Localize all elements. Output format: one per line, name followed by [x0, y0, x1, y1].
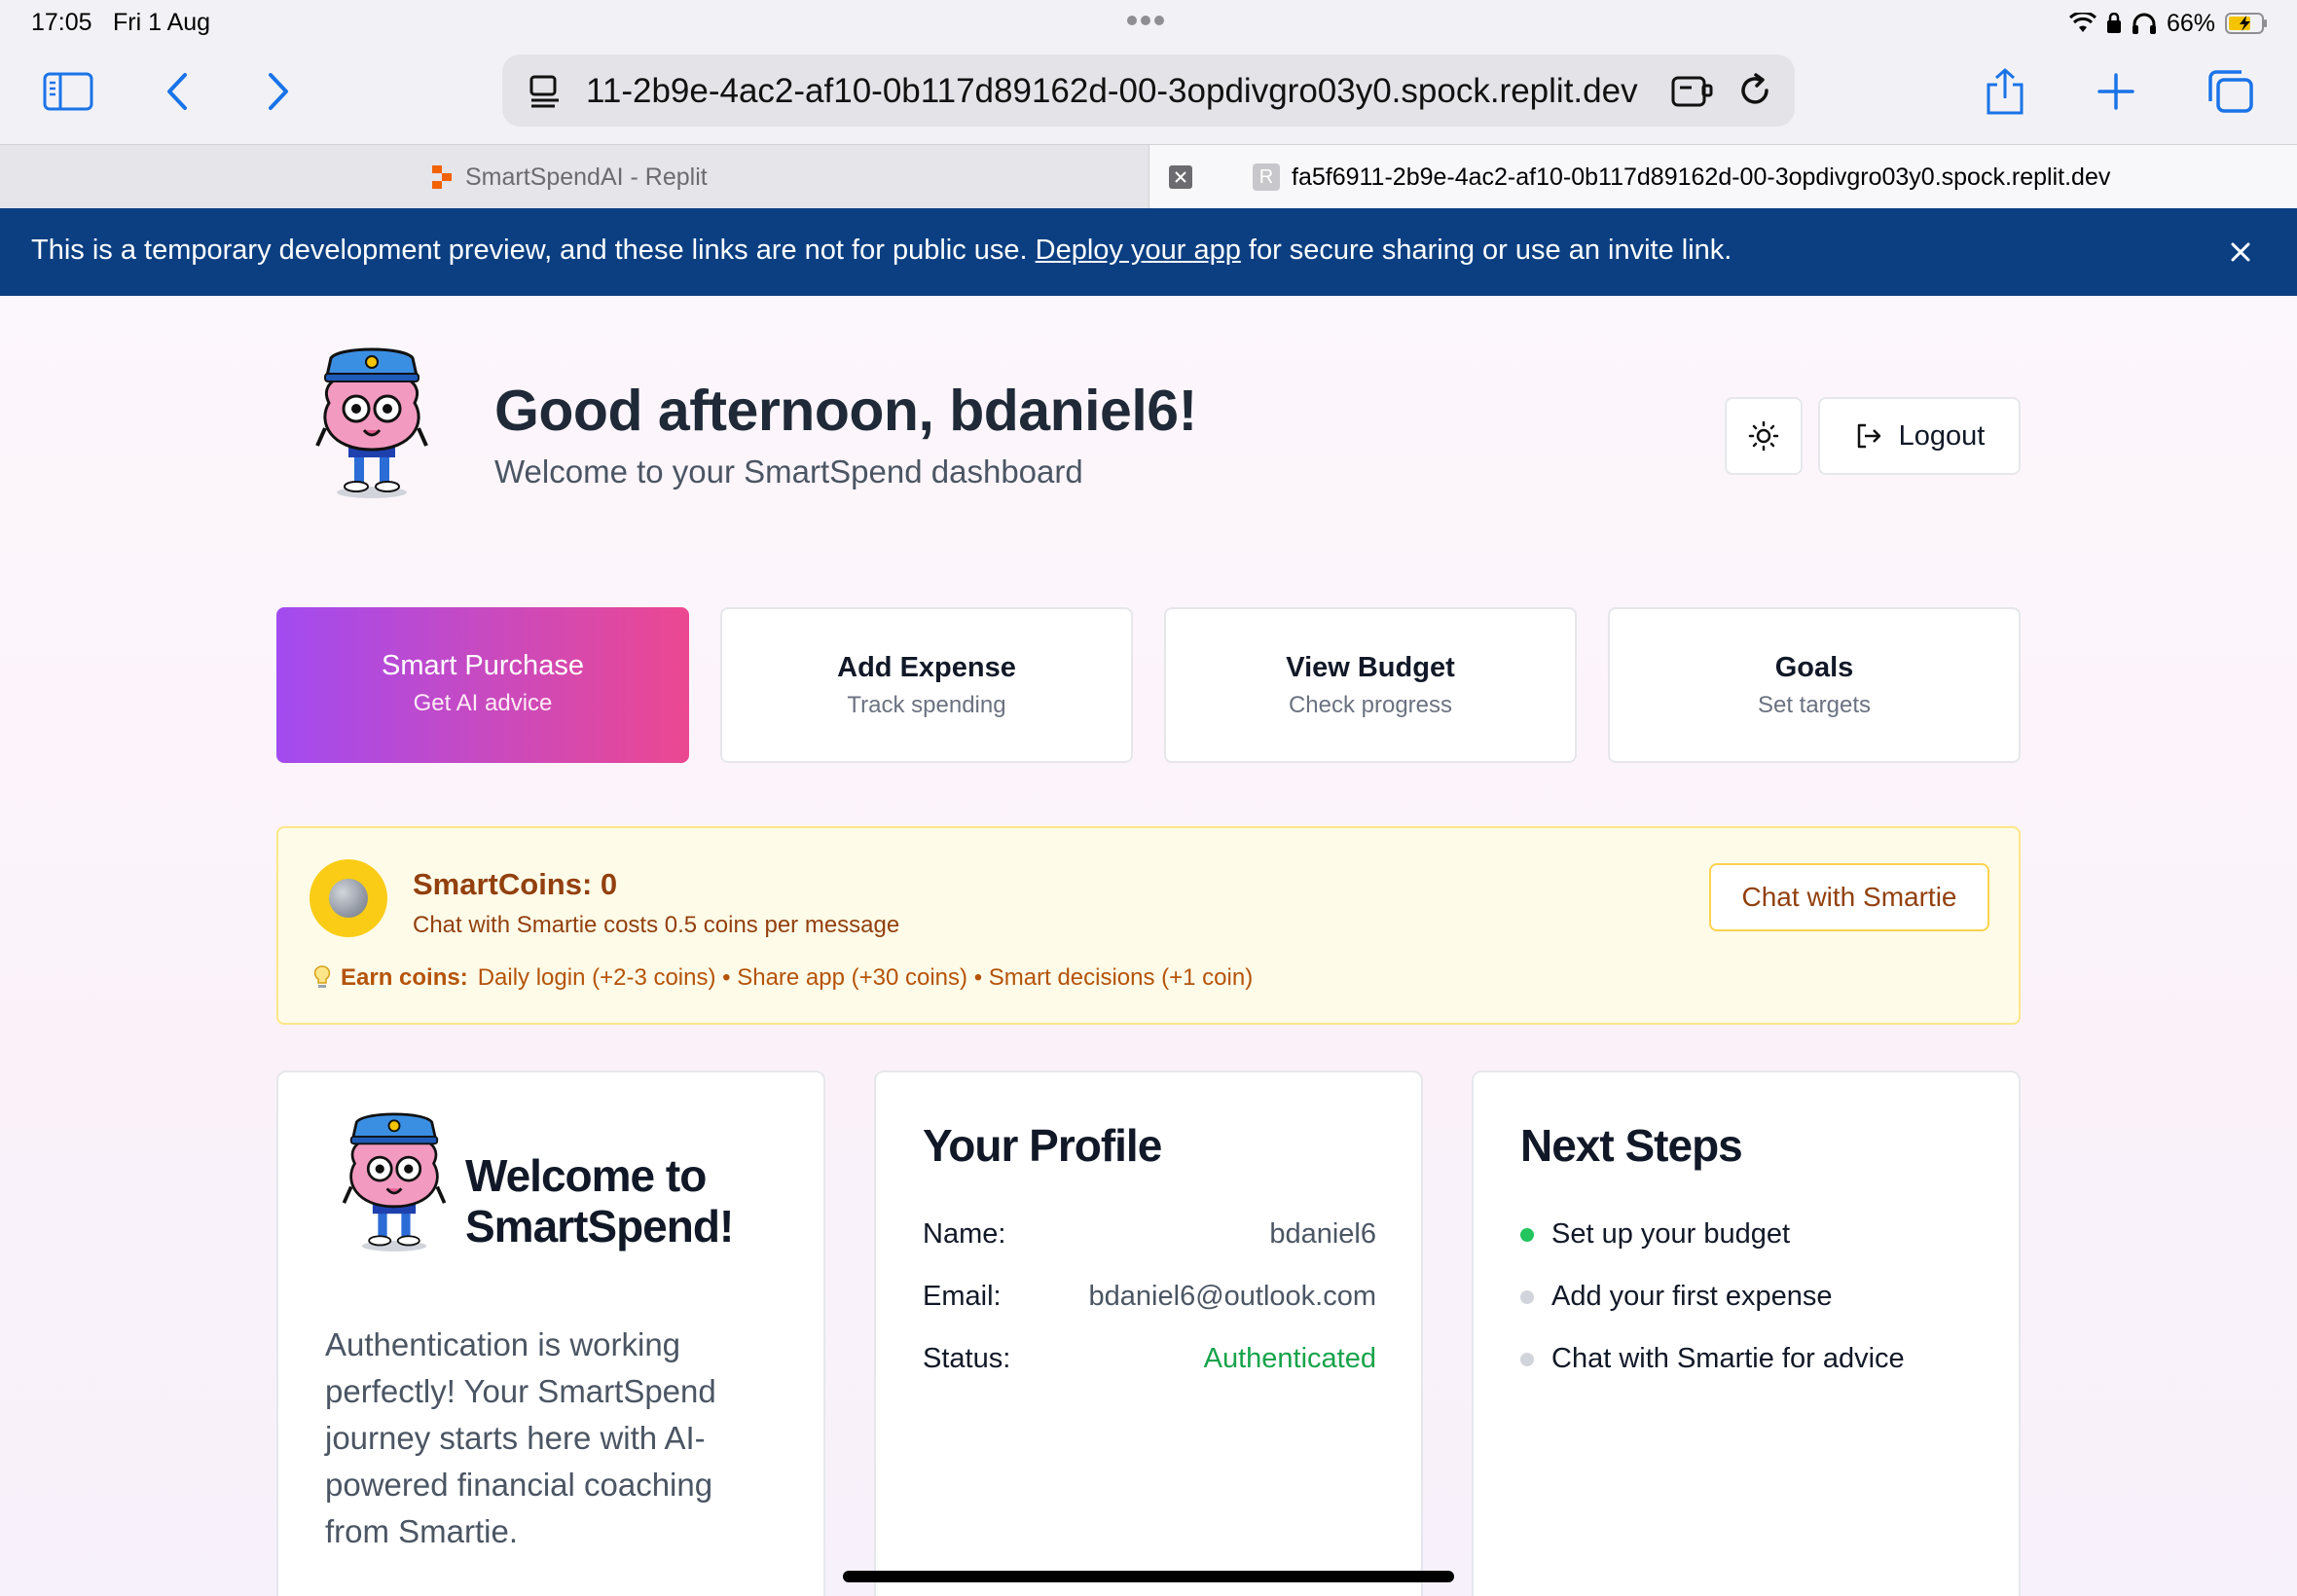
- address-bar[interactable]: 11-2b9e-4ac2-af10-0b117d89162d-00-3opdiv…: [502, 54, 1795, 127]
- back-chevron-icon[interactable]: [148, 62, 206, 121]
- action-subtitle: Check progress: [1288, 692, 1453, 718]
- tab-smartspend-replit[interactable]: SmartSpendAI - Replit: [0, 145, 1148, 209]
- battery-percent: 66%: [2166, 9, 2215, 37]
- greeting-subtitle: Welcome to your SmartSpend dashboard: [494, 453, 1083, 490]
- replit-favicon-icon: [432, 165, 452, 189]
- profile-row-name: Name: bdaniel6: [923, 1218, 1376, 1251]
- smartcoins-balance: SmartCoins: 0: [413, 867, 618, 901]
- extension-icon[interactable]: [1670, 72, 1713, 109]
- earn-coins-label: Earn coins:: [341, 964, 468, 991]
- tab-label: fa5f6911-2b9e-4ac2-af10-0b117d89162d-00-…: [1292, 163, 2111, 191]
- tab-overview-icon[interactable]: [2202, 62, 2260, 121]
- headphones-icon: [2132, 13, 2156, 34]
- earn-coins-info: Earn coins: Daily login (+2-3 coins) • S…: [313, 964, 1253, 992]
- lock-rotation-icon: [2106, 13, 2121, 33]
- smartie-mascot-icon: [315, 347, 428, 498]
- tab-bar: SmartSpendAI - Replit R fa5f6911-2b9e-4a…: [0, 144, 2297, 209]
- profile-row-status: Status: Authenticated: [923, 1343, 1376, 1375]
- tab-label: SmartSpendAI - Replit: [465, 163, 708, 191]
- sidebar-toggle-icon[interactable]: [39, 62, 97, 121]
- action-title: Goals: [1774, 652, 1854, 683]
- forward-chevron-icon[interactable]: [249, 62, 308, 121]
- battery-charging-icon: [2225, 13, 2267, 34]
- profile-key: Name:: [923, 1218, 1006, 1250]
- share-icon[interactable]: [1976, 62, 2034, 121]
- step-done-dot: [1520, 1227, 1534, 1242]
- banner-text-end: for secure sharing or use an invite link…: [1240, 235, 1732, 266]
- tab-close-icon[interactable]: [1169, 165, 1192, 189]
- profile-row-email: Email: bdaniel6@outlook.com: [923, 1281, 1376, 1313]
- deploy-app-link[interactable]: Deploy your app: [1036, 235, 1241, 266]
- profile-value: bdaniel6: [1269, 1218, 1376, 1250]
- welcome-title-line2: SmartSpend!: [465, 1201, 734, 1251]
- tab-favicon: R: [1253, 163, 1280, 191]
- logout-label: Logout: [1898, 419, 1986, 452]
- lightbulb-icon: [313, 965, 331, 988]
- welcome-title: Welcome to SmartSpend!: [465, 1150, 734, 1251]
- action-title: View Budget: [1286, 652, 1455, 683]
- status-date: Fri 1 Aug: [113, 9, 211, 36]
- banner-message: This is a temporary development preview,…: [31, 235, 1732, 267]
- wifi-icon: [2068, 13, 2096, 32]
- reload-icon[interactable]: [1736, 72, 1773, 109]
- step-pending-dot: [1520, 1289, 1534, 1304]
- earn-coins-text: Daily login (+2-3 coins) • Share app (+3…: [477, 964, 1254, 991]
- close-icon[interactable]: [2223, 235, 2258, 270]
- greeting-title: Good afternoon, bdaniel6!: [494, 379, 1197, 443]
- list-item: Set up your budget: [1520, 1218, 1790, 1251]
- tab-preview-url[interactable]: R fa5f6911-2b9e-4ac2-af10-0b117d89162d-0…: [1148, 145, 2297, 209]
- next-steps-title: Next Steps: [1520, 1120, 1743, 1171]
- status-time: 17:05: [31, 9, 92, 36]
- smart-purchase-button[interactable]: Smart Purchase Get AI advice: [276, 607, 689, 763]
- step-label: Add your first expense: [1551, 1281, 1833, 1312]
- profile-key: Email:: [923, 1281, 1002, 1312]
- profile-card: Your Profile Name: bdaniel6 Email: bdani…: [874, 1070, 1423, 1596]
- status-badge: Authenticated: [1203, 1343, 1376, 1374]
- next-steps-card: Next Steps Set up your budget Add your f…: [1472, 1070, 2021, 1596]
- theme-toggle-button[interactable]: [1725, 397, 1803, 475]
- action-subtitle: Track spending: [847, 692, 1006, 718]
- action-subtitle: Set targets: [1757, 692, 1872, 718]
- smartcoins-cost-note: Chat with Smartie costs 0.5 coins per me…: [413, 912, 900, 938]
- step-pending-dot: [1520, 1352, 1534, 1366]
- profile-key: Status:: [923, 1343, 1011, 1374]
- profile-title: Your Profile: [923, 1120, 1162, 1171]
- step-label: Set up your budget: [1551, 1218, 1791, 1250]
- smartcoins-panel: SmartCoins: 0 Chat with Smartie costs 0.…: [276, 826, 2021, 1025]
- action-title: Smart Purchase: [382, 650, 584, 681]
- action-title: Add Expense: [837, 652, 1016, 683]
- sun-icon: [1748, 420, 1779, 452]
- view-budget-button[interactable]: View Budget Check progress: [1164, 607, 1577, 763]
- welcome-title-line1: Welcome to: [465, 1150, 707, 1201]
- new-tab-plus-icon[interactable]: [2087, 62, 2145, 121]
- multitasking-dots-icon[interactable]: [1127, 13, 1170, 32]
- welcome-body: Authentication is working perfectly! You…: [325, 1326, 716, 1549]
- smartie-mascot-icon: [342, 1112, 447, 1251]
- home-indicator[interactable]: [843, 1571, 1454, 1582]
- list-item: Add your first expense: [1520, 1281, 1833, 1313]
- welcome-card: Welcome to SmartSpend! Authentication is…: [276, 1070, 825, 1596]
- status-bar: 17:05 Fri 1 Aug 66%: [0, 0, 2297, 47]
- step-label: Chat with Smartie for advice: [1551, 1343, 1905, 1374]
- add-expense-button[interactable]: Add Expense Track spending: [720, 607, 1133, 763]
- list-item: Chat with Smartie for advice: [1520, 1343, 1905, 1375]
- logout-button[interactable]: Logout: [1818, 397, 2021, 475]
- page-menu-icon[interactable]: [528, 74, 563, 109]
- url-text[interactable]: 11-2b9e-4ac2-af10-0b117d89162d-00-3opdiv…: [586, 72, 1657, 111]
- action-subtitle: Get AI advice: [413, 690, 553, 716]
- dashboard-page: Good afternoon, bdaniel6! Welcome to you…: [0, 296, 2297, 1596]
- browser-toolbar: 11-2b9e-4ac2-af10-0b117d89162d-00-3opdiv…: [0, 47, 2297, 144]
- coin-icon: [310, 859, 387, 937]
- dev-preview-banner: This is a temporary development preview,…: [0, 208, 2297, 296]
- profile-value: bdaniel6@outlook.com: [1088, 1281, 1376, 1312]
- banner-text: This is a temporary development preview,…: [31, 235, 1036, 266]
- status-indicators: 66%: [2068, 8, 2268, 39]
- goals-button[interactable]: Goals Set targets: [1608, 607, 2021, 763]
- logout-icon: [1857, 423, 1880, 449]
- chat-with-smartie-button[interactable]: Chat with Smartie: [1709, 863, 1989, 931]
